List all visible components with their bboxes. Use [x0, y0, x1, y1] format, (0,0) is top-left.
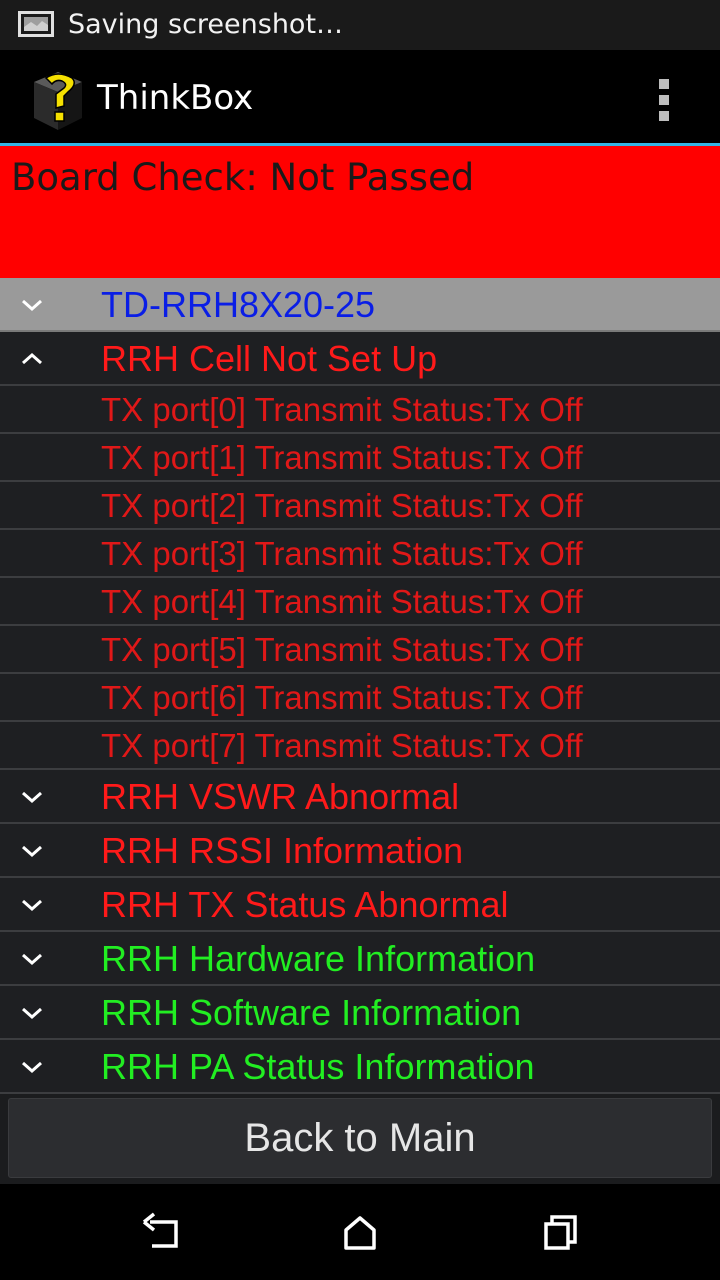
status-bar: Saving screenshot…	[0, 0, 720, 50]
child-label: TX port[3] Transmit Status:Tx Off	[101, 535, 583, 572]
group-label: RRH TX Status Abnormal	[101, 884, 509, 925]
status-text: Saving screenshot…	[68, 9, 344, 40]
chevron-up-icon	[22, 352, 42, 365]
chevron-down-icon	[22, 953, 42, 966]
group-row[interactable]: RRH Hardware Information	[0, 932, 720, 986]
child-label: TX port[2] Transmit Status:Tx Off	[101, 487, 583, 524]
child-row[interactable]: TX port[5] Transmit Status:Tx Off	[0, 626, 720, 674]
group-row[interactable]: RRH VSWR Abnormal	[0, 770, 720, 824]
chevron-down-icon	[22, 899, 42, 912]
group-row[interactable]: RRH TX Status Abnormal	[0, 878, 720, 932]
navigation-bar	[0, 1184, 720, 1280]
group-label: RRH Cell Not Set Up	[101, 338, 438, 379]
group-row[interactable]: RRH Software Information	[0, 986, 720, 1040]
screenshot-icon	[18, 11, 54, 37]
child-label: TX port[7] Transmit Status:Tx Off	[101, 727, 583, 764]
child-row[interactable]: TX port[3] Transmit Status:Tx Off	[0, 530, 720, 578]
group-label: RRH Hardware Information	[101, 938, 536, 979]
back-icon[interactable]	[136, 1208, 184, 1256]
child-label: TX port[6] Transmit Status:Tx Off	[101, 679, 583, 716]
child-label: TX port[4] Transmit Status:Tx Off	[101, 583, 583, 620]
child-label: TX port[0] Transmit Status:Tx Off	[101, 391, 583, 428]
expandable-list: TD-RRH8X20-25 RRH Cell Not Set Up TX port…	[0, 278, 720, 1094]
board-check-banner: Board Check: Not Passed	[0, 146, 720, 278]
group-row[interactable]: RRH RSSI Information	[0, 824, 720, 878]
recents-icon[interactable]	[536, 1208, 584, 1256]
child-row[interactable]: TX port[0] Transmit Status:Tx Off	[0, 386, 720, 434]
child-row[interactable]: TX port[1] Transmit Status:Tx Off	[0, 434, 720, 482]
group-label: RRH PA Status Information	[101, 1046, 535, 1087]
chevron-down-icon	[22, 1007, 42, 1020]
child-label: TX port[5] Transmit Status:Tx Off	[101, 631, 583, 668]
app-title: ThinkBox	[97, 78, 254, 118]
home-icon[interactable]	[336, 1208, 384, 1256]
group-label: RRH VSWR Abnormal	[101, 776, 460, 817]
device-header-row[interactable]: TD-RRH8X20-25	[0, 278, 720, 332]
overflow-menu-icon[interactable]	[640, 72, 688, 128]
child-row[interactable]: TX port[7] Transmit Status:Tx Off	[0, 722, 720, 770]
thinkbox-logo-icon	[34, 72, 82, 130]
chevron-down-icon	[22, 1061, 42, 1074]
group-label: RRH RSSI Information	[101, 830, 464, 871]
chevron-down-icon	[22, 791, 42, 804]
device-name: TD-RRH8X20-25	[101, 284, 376, 325]
board-check-status: Board Check: Not Passed	[11, 156, 475, 199]
back-to-main-button[interactable]: Back to Main	[8, 1098, 712, 1178]
child-row[interactable]: TX port[6] Transmit Status:Tx Off	[0, 674, 720, 722]
group-row[interactable]: RRH PA Status Information	[0, 1040, 720, 1094]
action-bar: ThinkBox	[0, 50, 720, 143]
chevron-down-icon	[22, 845, 42, 858]
child-row[interactable]: TX port[4] Transmit Status:Tx Off	[0, 578, 720, 626]
child-label: TX port[1] Transmit Status:Tx Off	[101, 439, 583, 476]
group-label: RRH Software Information	[101, 992, 522, 1033]
chevron-down-icon	[22, 299, 42, 312]
group-row[interactable]: RRH Cell Not Set Up	[0, 332, 720, 386]
child-row[interactable]: TX port[2] Transmit Status:Tx Off	[0, 482, 720, 530]
